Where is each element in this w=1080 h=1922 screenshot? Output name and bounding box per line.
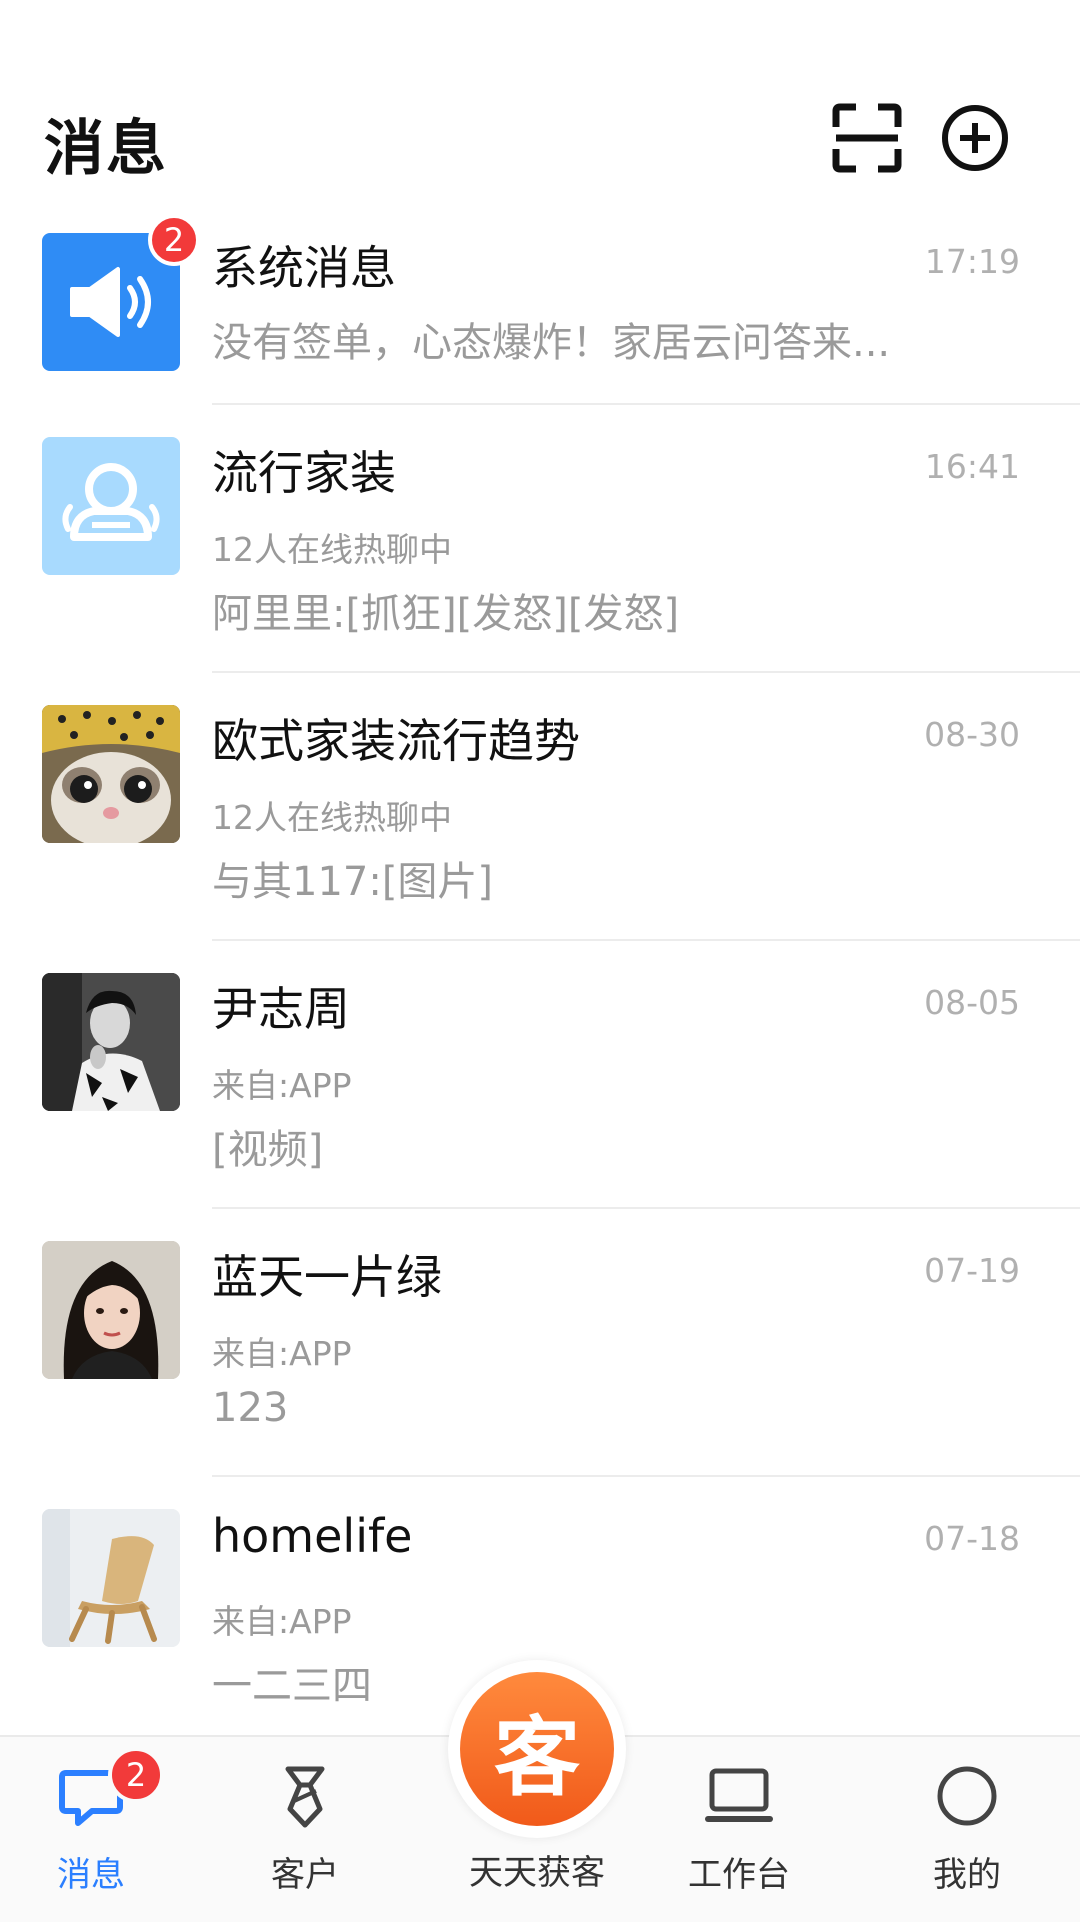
- conversation-item[interactable]: 流行家装 16:41 12人在线热聊中 阿里里:[抓狂][发怒][发怒]: [0, 405, 1080, 673]
- unread-badge: 2: [148, 214, 200, 266]
- conversation-name: homelife: [212, 1509, 413, 1563]
- conversation-subtitle: 来自:APP: [212, 1602, 352, 1641]
- tab-label: 我的: [933, 1855, 1001, 1895]
- conversation-subtitle: 12人在线热聊中: [212, 530, 452, 569]
- tab-badge: 2: [108, 1747, 164, 1803]
- conversation-subtitle: 来自:APP: [212, 1066, 352, 1105]
- conversation-time: 17:19: [924, 242, 1020, 281]
- conversation-name: 蓝天一片绿: [212, 1250, 442, 1304]
- laptop-icon: [704, 1761, 774, 1831]
- woman-photo-bw: [42, 973, 180, 1111]
- center-ke-button[interactable]: 客: [448, 1660, 626, 1838]
- conversation-subtitle: 12人在线热聊中: [212, 798, 452, 837]
- tab-label: 客户: [271, 1855, 339, 1895]
- conversation-preview: 123: [212, 1385, 289, 1431]
- header: 消息: [0, 0, 1080, 200]
- conversation-list: 2 系统消息 17:19 没有签单，心态爆炸！家居云问答来... 流行家装 16…: [0, 200, 1080, 1745]
- center-ke-icon: 客: [460, 1672, 614, 1826]
- conversation-subtitle: 来自:APP: [212, 1334, 352, 1373]
- tie-icon: [270, 1761, 340, 1831]
- conversation-item[interactable]: 蓝天一片绿 07-19 来自:APP 123: [0, 1209, 1080, 1477]
- cat-photo: [42, 705, 180, 843]
- tab-label-center: 天天获客: [469, 1853, 605, 1893]
- conversation-item[interactable]: 欧式家装流行趋势 08-30 12人在线热聊中 与其117:[图片]: [0, 673, 1080, 941]
- conversation-time: 08-30: [924, 715, 1020, 754]
- conversation-item[interactable]: 尹志周 08-05 来自:APP [视频]: [0, 941, 1080, 1209]
- conversation-preview: 没有签单，心态爆炸！家居云问答来...: [212, 320, 891, 366]
- profile-circle-icon: [932, 1761, 1002, 1831]
- tab-label: 工作台: [688, 1855, 790, 1895]
- scan-icon[interactable]: [832, 103, 902, 173]
- conversation-name: 流行家装: [212, 446, 396, 500]
- woman-photo: [42, 1241, 180, 1379]
- conversation-name: 系统消息: [212, 241, 396, 295]
- conversation-preview: 阿里里:[抓狂][发怒][发怒]: [212, 591, 680, 637]
- chair-photo: [42, 1509, 180, 1647]
- conversation-time: 07-18: [924, 1519, 1020, 1558]
- conversation-item-system[interactable]: 2 系统消息 17:19 没有签单，心态爆炸！家居云问答来...: [0, 200, 1080, 405]
- conversation-preview: 与其117:[图片]: [212, 859, 494, 905]
- tab-profile[interactable]: 我的: [892, 1737, 1042, 1922]
- conversation-name: 尹志周: [212, 982, 350, 1036]
- conversation-name: 欧式家装流行趋势: [212, 714, 580, 768]
- add-circle-icon[interactable]: [940, 103, 1010, 173]
- tab-workbench[interactable]: 工作台: [664, 1737, 814, 1922]
- conversation-time: 08-05: [924, 983, 1020, 1022]
- group-icon: [42, 437, 180, 575]
- conversation-preview: [视频]: [212, 1127, 324, 1173]
- tab-label: 消息: [57, 1855, 125, 1895]
- page-title: 消息: [44, 114, 168, 184]
- conversation-time: 07-19: [924, 1251, 1020, 1290]
- tab-messages[interactable]: 2 消息: [16, 1737, 166, 1922]
- conversation-preview: 一二三四: [212, 1663, 372, 1709]
- tab-customers[interactable]: 客户: [230, 1737, 380, 1922]
- conversation-time: 16:41: [924, 447, 1020, 486]
